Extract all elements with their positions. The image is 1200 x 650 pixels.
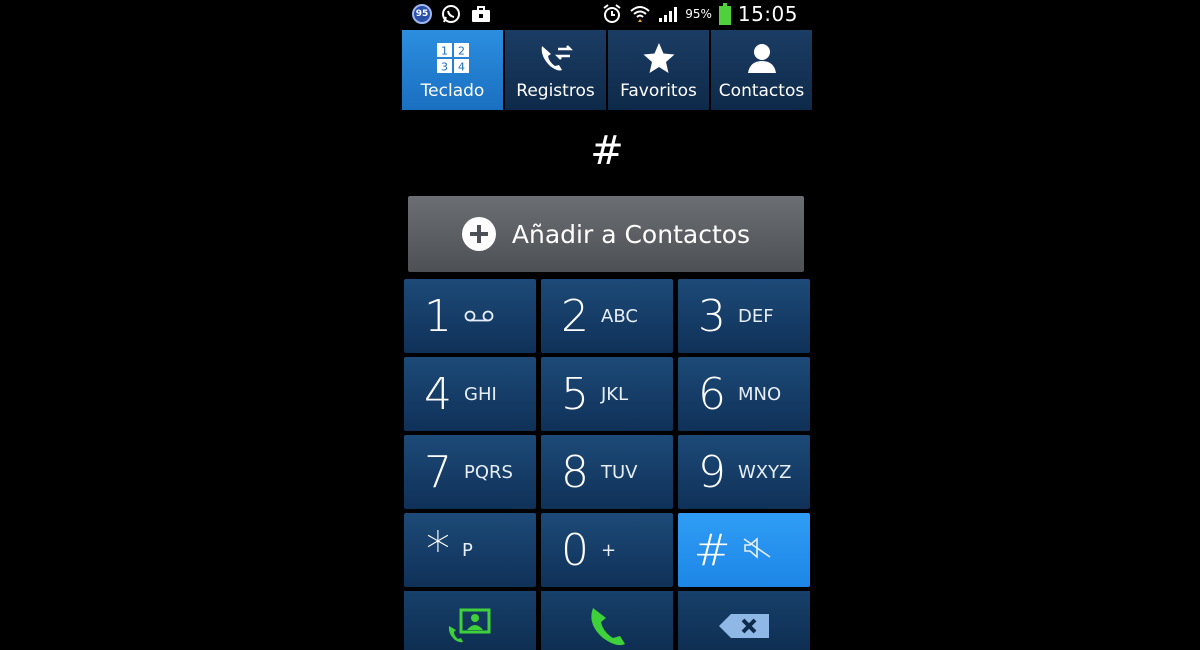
tab-label: Contactos <box>718 81 805 101</box>
status-bar: 95 95% 15:05 <box>402 0 812 30</box>
phone-screen: 95 95% 15:05 1 2 3 4 Teclado Registros F… <box>402 0 812 650</box>
briefcase-icon <box>470 3 492 25</box>
key-4[interactable]: 4 GHI <box>404 357 536 431</box>
keypad-icon-digit: 1 <box>441 45 448 58</box>
key-digit: 2 <box>561 290 589 342</box>
contact-card-button[interactable] <box>404 591 536 650</box>
add-to-contacts-button[interactable]: Añadir a Contactos <box>408 196 804 272</box>
key-digit: # <box>693 524 731 576</box>
keypad-icon-digit: 3 <box>441 61 448 74</box>
battery-icon <box>718 3 732 25</box>
dialed-number-display: # <box>590 128 624 174</box>
key-7[interactable]: 7 PQRS <box>404 435 536 509</box>
tab-bar: 1 2 3 4 Teclado Registros Favoritos Cont… <box>402 30 812 110</box>
key-letters: GHI <box>464 383 497 405</box>
key-3[interactable]: 3 DEF <box>678 279 810 353</box>
add-to-contacts-label: Añadir a Contactos <box>511 219 751 249</box>
key-digit: 8 <box>561 446 589 498</box>
backspace-button[interactable] <box>678 591 810 650</box>
key-digit: 4 <box>424 368 452 420</box>
key-8[interactable]: 8 TUV <box>541 435 673 509</box>
key-letters: DEF <box>738 305 774 327</box>
battery-percent: 95% <box>685 7 712 21</box>
key-2[interactable]: 2 ABC <box>541 279 673 353</box>
tab-registros[interactable]: Registros <box>505 30 606 110</box>
mute-icon <box>742 536 794 564</box>
backspace-icon <box>717 611 771 645</box>
key-letters: + <box>601 539 617 561</box>
voicemail-icon <box>464 306 516 327</box>
key-letters: MNO <box>738 383 782 405</box>
keypad-icon-digit: 4 <box>458 61 465 74</box>
key-digit: 6 <box>698 368 726 420</box>
key-digit: 1 <box>424 290 452 342</box>
key-letters: TUV <box>601 461 638 483</box>
key-star[interactable]: * P <box>404 513 536 587</box>
tab-favoritos[interactable]: Favoritos <box>608 30 709 110</box>
key-5[interactable]: 5 JKL <box>541 357 673 431</box>
keypad-grid-icon: 1 2 3 4 <box>435 40 471 76</box>
key-letters: ABC <box>601 305 638 327</box>
signal-icon <box>657 3 679 25</box>
key-digit: 0 <box>561 524 589 576</box>
call-button[interactable] <box>541 591 673 650</box>
key-digit: 3 <box>698 290 726 342</box>
key-digit: * <box>426 522 450 578</box>
key-hash[interactable]: # <box>678 513 810 587</box>
alarm-icon <box>601 3 623 25</box>
phone-call-icon <box>585 604 629 650</box>
star-icon <box>641 40 677 76</box>
contact-card-icon <box>445 606 495 650</box>
key-letters: WXYZ <box>738 461 792 483</box>
key-digit: 5 <box>561 368 589 420</box>
key-digit: 7 <box>424 446 452 498</box>
key-1[interactable]: 1 <box>404 279 536 353</box>
key-6[interactable]: 6 MNO <box>678 357 810 431</box>
clock: 15:05 <box>737 2 798 26</box>
key-0[interactable]: 0 + <box>541 513 673 587</box>
key-letters: PQRS <box>464 461 513 483</box>
keypad-icon-digit: 2 <box>458 45 465 58</box>
person-icon <box>744 40 780 76</box>
tab-label: Teclado <box>420 81 485 101</box>
call-log-icon <box>538 40 574 76</box>
key-letters: P <box>462 539 473 561</box>
key-digit: 9 <box>698 446 726 498</box>
whatsapp-icon <box>440 3 462 25</box>
add-circle-icon <box>461 217 496 251</box>
tab-teclado[interactable]: 1 2 3 4 Teclado <box>402 30 503 110</box>
notification-count-badge: 95 <box>412 4 432 24</box>
tab-contactos[interactable]: Contactos <box>711 30 812 110</box>
tab-label: Favoritos <box>620 81 697 101</box>
key-letters: JKL <box>601 383 629 405</box>
tab-label: Registros <box>516 81 595 101</box>
key-9[interactable]: 9 WXYZ <box>678 435 810 509</box>
wifi-icon <box>629 3 651 25</box>
